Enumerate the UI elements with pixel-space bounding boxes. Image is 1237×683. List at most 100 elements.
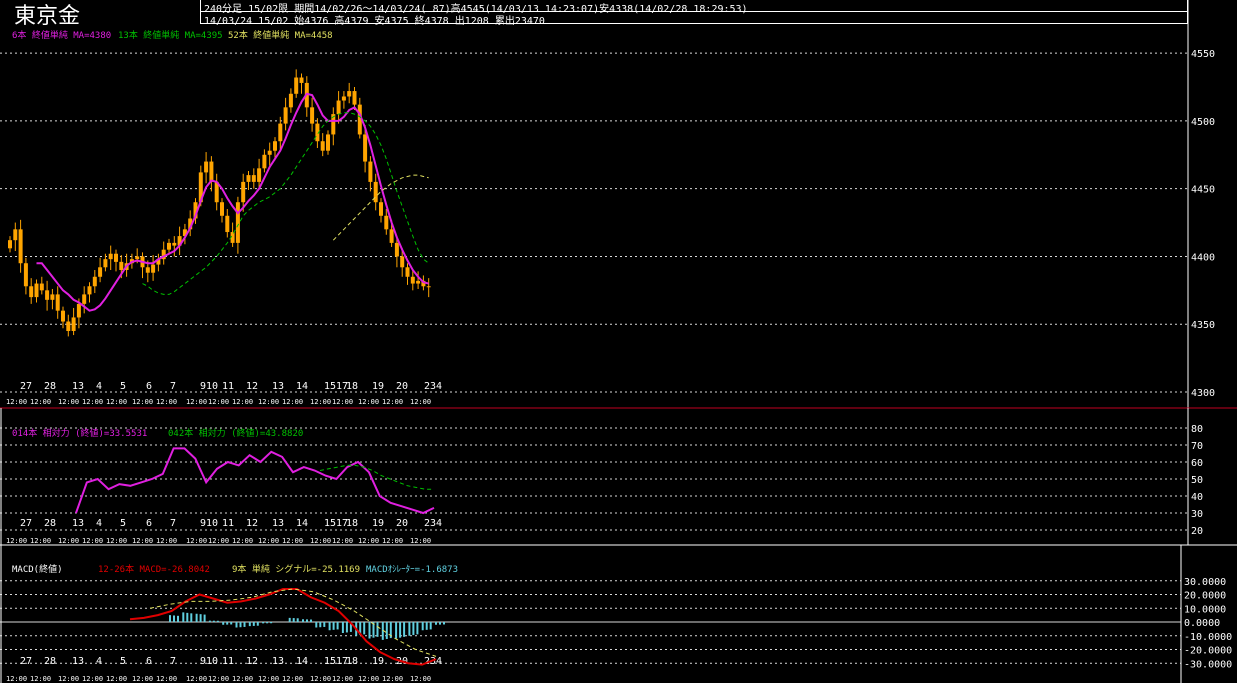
x-date-label: 19 xyxy=(372,656,384,667)
x-date-label: 7 xyxy=(170,381,176,392)
x-date-label: 13 xyxy=(72,656,84,667)
x-time-label: 12:00 xyxy=(358,398,379,406)
x-date-label: 13 xyxy=(272,381,284,392)
y-tick-label: 4300 xyxy=(1191,388,1215,399)
candle-body xyxy=(299,77,304,83)
candle-body xyxy=(336,100,341,115)
x-date-label: 4 xyxy=(96,381,102,392)
x-time-label: 12:00 xyxy=(410,398,431,406)
candle-body xyxy=(368,161,373,182)
x-time-label: 12:00 xyxy=(208,398,229,406)
x-time-label: 12:00 xyxy=(132,675,153,683)
x-date-label: 18 xyxy=(346,518,358,529)
x-time-label: 12:00 xyxy=(30,537,51,545)
x-time-label: 12:00 xyxy=(382,398,403,406)
rsi-line-1 xyxy=(75,447,435,515)
x-time-label: 12:00 xyxy=(310,675,331,683)
candle-body xyxy=(310,107,315,124)
y-tick-label: 50 xyxy=(1191,475,1203,486)
candle-body xyxy=(294,77,299,94)
x-date-label: 7 xyxy=(170,518,176,529)
x-date-label: 910 xyxy=(200,656,218,667)
x-time-label: 12:00 xyxy=(58,537,79,545)
x-date-label: 27 xyxy=(20,518,32,529)
x-date-label: 14 xyxy=(296,381,308,392)
x-date-label: 13 xyxy=(72,518,84,529)
candle-body xyxy=(151,264,156,273)
x-time-label: 12:00 xyxy=(382,675,403,683)
x-date-label: 14 xyxy=(296,656,308,667)
x-date-label: 14 xyxy=(296,518,308,529)
y-tick-label: 30 xyxy=(1191,509,1203,520)
candle-body xyxy=(384,215,389,230)
x-time-label: 12:00 xyxy=(6,675,27,683)
candle-body xyxy=(209,161,214,182)
x-time-label: 12:00 xyxy=(132,537,153,545)
x-time-label: 12:00 xyxy=(30,398,51,406)
x-time-label: 12:00 xyxy=(58,398,79,406)
x-date-label: 4 xyxy=(96,656,102,667)
candle-body xyxy=(98,267,103,277)
x-time-label: 12:00 xyxy=(58,675,79,683)
candle-body xyxy=(251,175,256,182)
x-date-label: 18 xyxy=(346,656,358,667)
x-date-label: 1517 xyxy=(324,656,348,667)
candle-body xyxy=(352,91,357,105)
x-time-label: 12:00 xyxy=(282,398,303,406)
x-time-label: 12:00 xyxy=(82,675,103,683)
chart-canvas: 4300435044004450450045502712:002812:0013… xyxy=(0,0,1237,683)
x-date-label: 13 xyxy=(272,656,284,667)
y-tick-label: 80 xyxy=(1191,424,1203,435)
candle-body xyxy=(246,175,251,182)
x-time-label: 12:00 xyxy=(232,398,253,406)
y-tick-label: 4450 xyxy=(1191,185,1215,196)
candle-body xyxy=(410,276,415,284)
y-tick-label: 20.0000 xyxy=(1184,591,1226,602)
x-time-label: 12:00 xyxy=(258,537,279,545)
x-time-label: 12:00 xyxy=(186,675,207,683)
x-time-label: 12:00 xyxy=(82,537,103,545)
candle-body xyxy=(267,150,272,155)
y-tick-label: 10.0000 xyxy=(1184,604,1226,615)
candle-body xyxy=(320,141,325,151)
candle-body xyxy=(389,229,394,243)
x-date-label: 6 xyxy=(146,381,152,392)
x-date-label: 11 xyxy=(222,381,234,392)
y-tick-label: 4350 xyxy=(1191,320,1215,331)
x-time-label: 12:00 xyxy=(6,537,27,545)
x-time-label: 12:00 xyxy=(186,398,207,406)
candle-body xyxy=(278,123,283,142)
x-date-label: 234 xyxy=(424,381,442,392)
x-time-label: 12:00 xyxy=(258,675,279,683)
candle-body xyxy=(204,161,209,173)
x-date-label: 12 xyxy=(246,518,258,529)
candle-body xyxy=(225,215,230,233)
x-date-label: 6 xyxy=(146,656,152,667)
candle-body xyxy=(373,181,378,203)
candle-body xyxy=(326,134,330,151)
candle-body xyxy=(172,242,177,246)
x-date-label: 11 xyxy=(222,656,234,667)
candle-body xyxy=(379,202,383,216)
x-date-label: 27 xyxy=(20,656,32,667)
x-time-label: 12:00 xyxy=(30,675,51,683)
candle-body xyxy=(92,276,97,287)
candle-body xyxy=(23,263,28,287)
x-date-label: 28 xyxy=(44,656,56,667)
x-date-label: 19 xyxy=(372,381,384,392)
candle-body xyxy=(114,253,118,262)
x-date-label: 19 xyxy=(372,518,384,529)
x-time-label: 12:00 xyxy=(156,675,177,683)
x-time-label: 12:00 xyxy=(132,398,153,406)
x-date-label: 234 xyxy=(424,656,442,667)
x-time-label: 12:00 xyxy=(410,675,431,683)
x-date-label: 11 xyxy=(222,518,234,529)
candle-body xyxy=(103,259,108,268)
y-tick-label: 4400 xyxy=(1191,252,1215,263)
x-date-label: 12 xyxy=(246,656,258,667)
x-time-label: 12:00 xyxy=(156,537,177,545)
candle-body xyxy=(167,242,171,250)
candle-body xyxy=(82,294,87,304)
x-date-label: 7 xyxy=(170,656,176,667)
x-time-label: 12:00 xyxy=(208,537,229,545)
